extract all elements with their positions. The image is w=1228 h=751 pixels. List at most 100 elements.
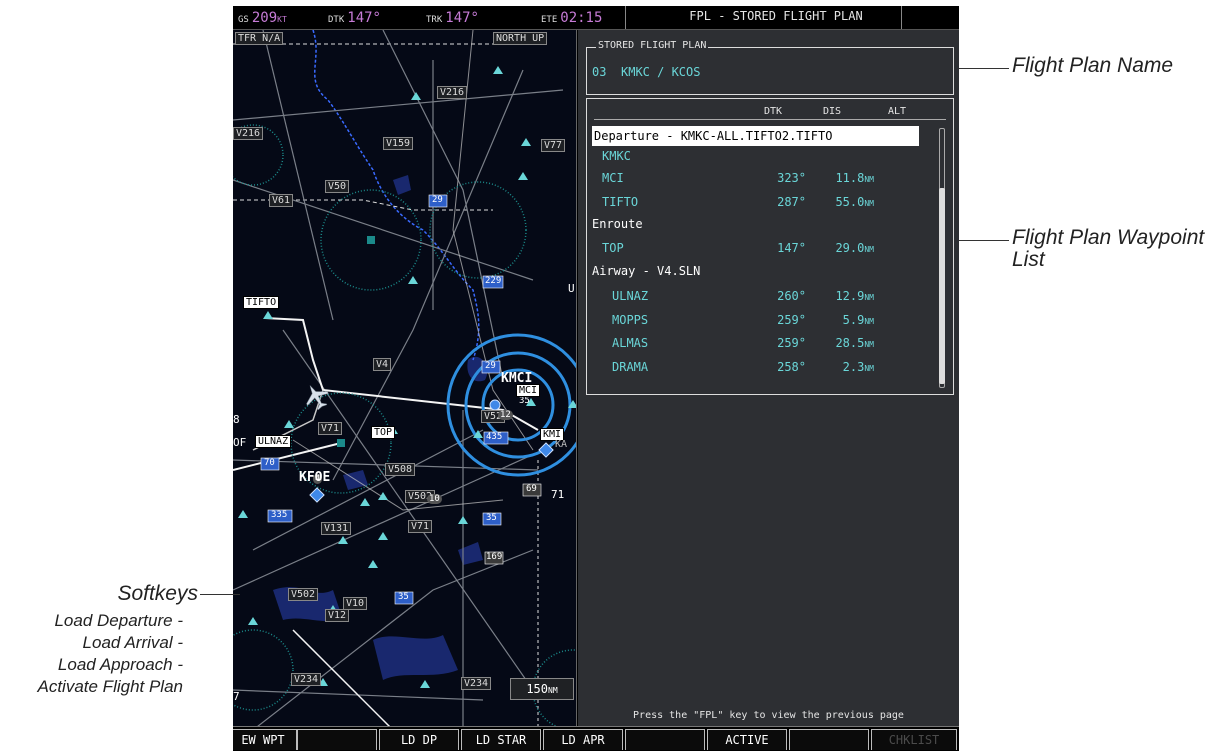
- col-header-dtk: DTK: [764, 106, 783, 117]
- airway-label: V131: [321, 522, 352, 535]
- row-dtk: 259°: [777, 313, 806, 327]
- row-name: TIFTO: [602, 195, 639, 209]
- highway-number: 29: [485, 361, 496, 371]
- row-dis: 2.3: [842, 360, 865, 374]
- row-dis-unit: NM: [864, 245, 874, 254]
- highway-number: 229: [485, 276, 502, 286]
- row-name: DRAMA: [612, 360, 649, 374]
- airway-label: V216: [233, 127, 264, 140]
- group-header-row[interactable]: Enroute: [592, 214, 932, 234]
- softkey-checklist[interactable]: CHKLIST: [871, 729, 957, 750]
- airway-label: V216: [437, 86, 468, 99]
- waypoint-row[interactable]: MOPPS 259° 5.9NM: [592, 310, 932, 330]
- row-dtk: 323°: [777, 171, 806, 185]
- waypoint-row[interactable]: TOP 147° 29.0NM: [592, 238, 932, 258]
- callout-list-line1: Flight Plan Waypoint: [1012, 226, 1205, 249]
- airway-label: V234: [461, 677, 492, 690]
- range-unit: NM: [548, 686, 558, 695]
- mfd-display: GS 209KT DTK 147° TRK 147° ETE 02:15 FPL - S…: [233, 6, 959, 751]
- row-dtk: 147°: [777, 241, 806, 255]
- groundspeed-field: GS 209KT: [238, 10, 287, 26]
- waypoint-label-tifto[interactable]: TIFTO: [243, 296, 280, 309]
- highway-number: 35: [486, 513, 497, 523]
- divider: [625, 6, 626, 29]
- clipped-map-label: U: [568, 282, 575, 295]
- row-dis-unit: NM: [864, 199, 874, 208]
- softkey-blank-1[interactable]: [297, 729, 377, 750]
- gs-unit: KT: [277, 15, 287, 24]
- airport-label-kmci[interactable]: KMCI: [501, 371, 532, 386]
- softkey-load-departure[interactable]: LD DP: [379, 729, 459, 750]
- waypoint-row[interactable]: ALMAS 259° 28.5NM: [592, 333, 932, 353]
- departure-header-row[interactable]: Departure - KMKC-ALL.TIFTO2.TIFTO: [592, 126, 919, 146]
- airway-label: V159: [383, 137, 414, 150]
- row-name: KMKC: [602, 149, 631, 163]
- waypoint-row[interactable]: MCI 323° 11.8NM: [592, 168, 932, 188]
- row-dis: 55.0: [835, 195, 865, 209]
- highway-number: 69: [526, 484, 537, 494]
- softkey-load-arrival[interactable]: LD STAR: [461, 729, 541, 750]
- waypoint-row[interactable]: KMKC: [592, 146, 932, 166]
- highway-number: 169: [486, 552, 503, 562]
- waypoint-row[interactable]: ULNAZ 260° 12.9NM: [592, 286, 932, 306]
- row-name: Airway - V4.SLN: [592, 264, 701, 278]
- softkey-load-approach[interactable]: LD APR: [543, 729, 623, 750]
- group-header-row[interactable]: Airway - V4.SLN: [592, 261, 932, 281]
- range-value: 150: [526, 682, 549, 696]
- row-dis: 28.5: [835, 336, 865, 350]
- callout-line-name: [959, 68, 1009, 69]
- desired-track-field: DTK 147°: [328, 10, 381, 26]
- row-name: Departure - KMKC-ALL.TIFTO2.TIFTO: [594, 129, 833, 143]
- airway-label: V234: [291, 673, 322, 686]
- softkey-activate[interactable]: ACTIVE: [707, 729, 787, 750]
- row-dis: 5.9: [842, 313, 865, 327]
- row-dtk: 260°: [777, 289, 806, 303]
- clipped-map-label: OF: [233, 436, 247, 449]
- airport-label-kfoe[interactable]: KFOE: [299, 470, 330, 485]
- flight-plan-number: 03: [592, 65, 607, 79]
- airway-label: V50: [325, 180, 350, 193]
- callout-line-list: [959, 240, 1009, 241]
- row-dis-unit: NM: [864, 317, 874, 326]
- track-field: TRK 147°: [426, 10, 479, 26]
- airway-label: V4: [373, 358, 392, 371]
- clipped-map-label: 7: [233, 690, 240, 703]
- highway-number: 12: [498, 410, 513, 420]
- airway-label: V508: [385, 463, 416, 476]
- airway-label: V71: [408, 520, 433, 533]
- row-dis-unit: NM: [864, 364, 874, 373]
- waypoint-row[interactable]: TIFTO 287° 55.0NM: [592, 192, 932, 212]
- map-orientation-label[interactable]: NORTH UP: [493, 32, 548, 45]
- waypoint-row[interactable]: DRAMA 258° 2.3NM: [592, 357, 932, 377]
- highway-number: 335: [271, 510, 288, 520]
- row-name: MOPPS: [612, 313, 649, 327]
- ete-label: ETE: [541, 15, 558, 25]
- row-dis-unit: NM: [864, 175, 874, 184]
- airway-label: V61: [269, 194, 294, 207]
- row-dtk: 258°: [777, 360, 806, 374]
- col-header-dis: DIS: [823, 106, 842, 117]
- airway-label: V71: [318, 422, 343, 435]
- callout-softkeys-line: Load Approach -: [57, 655, 183, 674]
- waypoint-label-ulnaz[interactable]: ULNAZ: [255, 435, 292, 448]
- highway-number: 35: [519, 396, 530, 406]
- highway-number: 35: [398, 592, 409, 602]
- callout-softkeys-line: Load Arrival -: [82, 633, 183, 652]
- highway-number: 29: [432, 195, 443, 205]
- dtk-value: 147°: [347, 10, 381, 26]
- trk-label: TRK: [426, 15, 443, 25]
- stored-flight-plan-title: STORED FLIGHT PLAN: [596, 40, 709, 51]
- softkey-new-wpt[interactable]: EW WPT: [233, 729, 297, 750]
- gs-value: 209: [251, 10, 278, 26]
- scrollbar-thumb[interactable]: [939, 188, 945, 384]
- softkey-blank-2[interactable]: [625, 729, 705, 750]
- clipped-map-label: 8: [233, 413, 240, 426]
- softkey-blank-3[interactable]: [789, 729, 869, 750]
- row-dtk: 287°: [777, 195, 806, 209]
- highway-number: 435: [486, 432, 503, 442]
- map-range-indicator[interactable]: 150NM: [510, 678, 574, 700]
- navigation-map[interactable]: TFR N/A NORTH UP V216 V216 V159 V77 V50 …: [233, 30, 577, 726]
- row-name: ALMAS: [612, 336, 649, 350]
- waypoint-label-top[interactable]: TOP: [371, 426, 396, 439]
- flight-plan-name[interactable]: KMKC / KCOS: [621, 65, 700, 79]
